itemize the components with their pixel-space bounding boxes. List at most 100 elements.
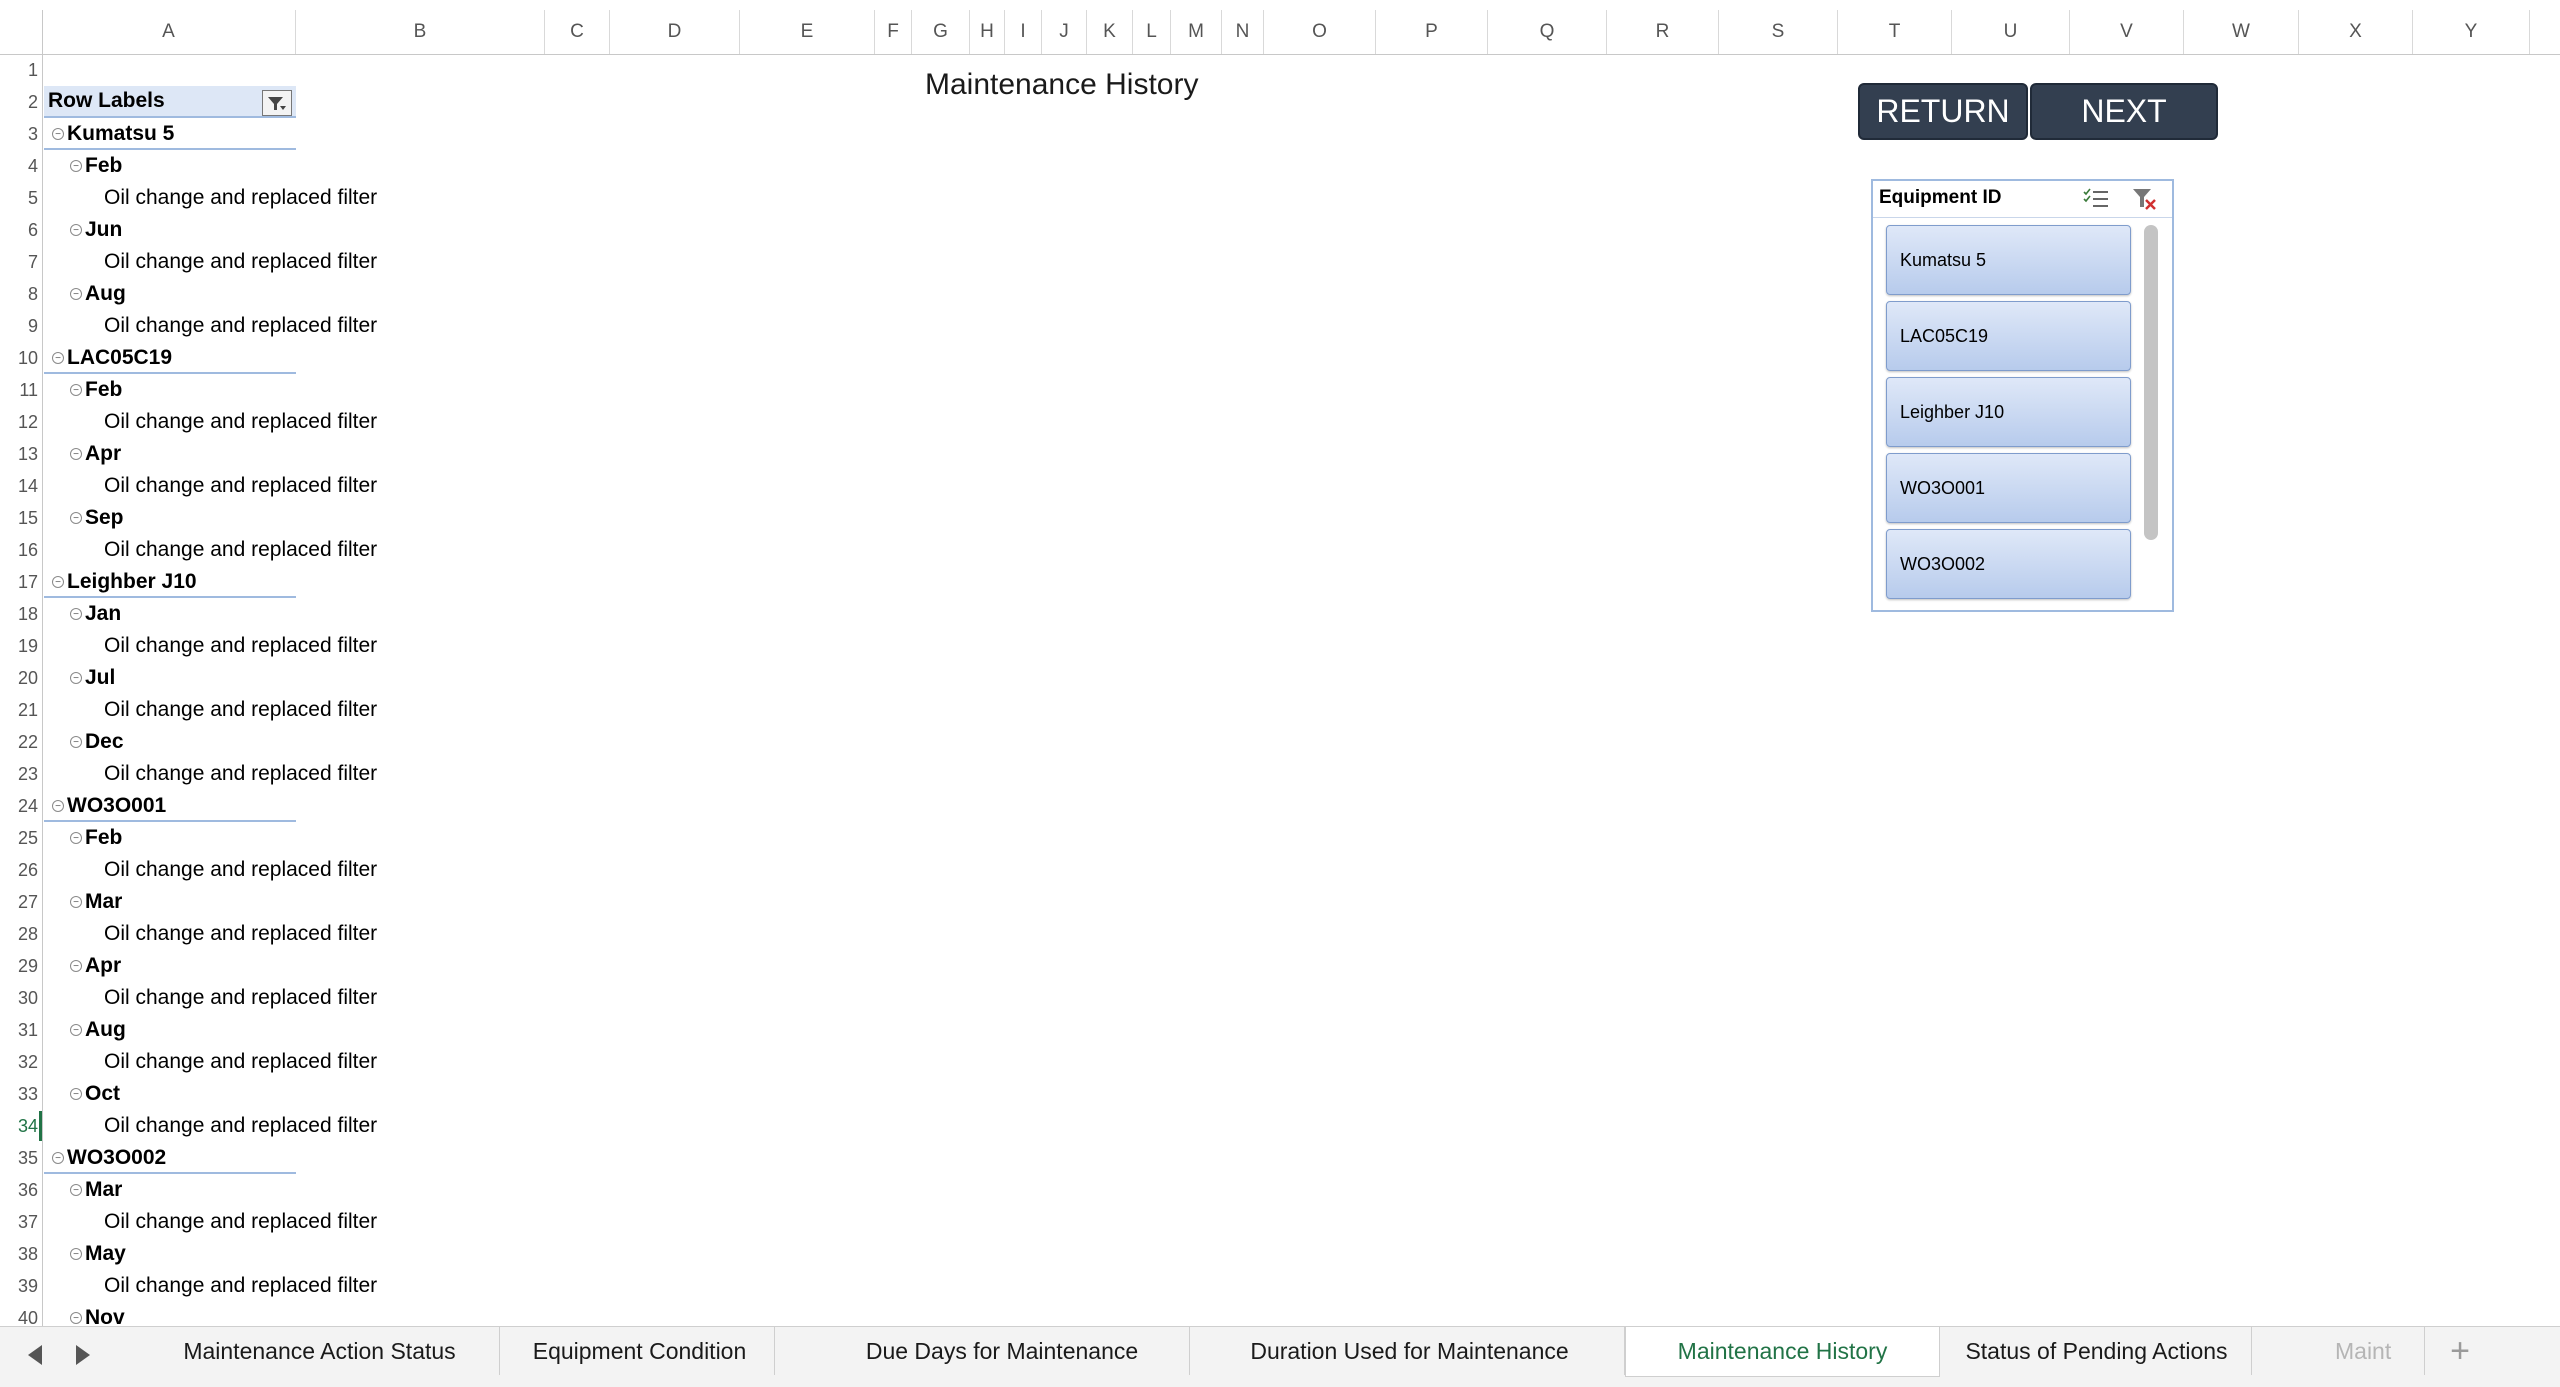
column-header[interactable]: V	[2070, 10, 2184, 54]
pivot-month-row[interactable]: − Feb	[70, 150, 122, 182]
column-header[interactable]: F	[875, 10, 912, 54]
pivot-row-labels-header[interactable]: Row Labels	[44, 86, 296, 118]
row-header[interactable]: 26	[0, 854, 42, 886]
pivot-detail-row[interactable]: Oil change and replaced filter	[104, 1046, 377, 1078]
row-header[interactable]: 6	[0, 214, 42, 246]
row-header[interactable]: 28	[0, 918, 42, 950]
sheet-tab[interactable]: Due Days for Maintenance	[815, 1327, 1190, 1375]
row-header[interactable]: 23	[0, 758, 42, 790]
collapse-toggle-icon[interactable]: −	[70, 224, 82, 236]
column-header[interactable]: S	[1719, 10, 1838, 54]
column-header[interactable]: T	[1838, 10, 1952, 54]
row-header[interactable]: 33	[0, 1078, 42, 1110]
pivot-month-row[interactable]: − Apr	[70, 438, 121, 470]
pivot-month-row[interactable]: − Oct	[70, 1078, 120, 1110]
column-header[interactable]: D	[610, 10, 740, 54]
column-header[interactable]: P	[1376, 10, 1488, 54]
pivot-detail-row[interactable]: Oil change and replaced filter	[104, 694, 377, 726]
collapse-toggle-icon[interactable]: −	[70, 448, 82, 460]
row-header[interactable]: 34	[0, 1110, 42, 1142]
pivot-group-row[interactable]: − LAC05C19	[52, 342, 172, 374]
slicer-item[interactable]: LAC05C19	[1886, 301, 2131, 371]
row-header[interactable]: 16	[0, 534, 42, 566]
collapse-toggle-icon[interactable]: −	[52, 352, 64, 364]
column-header[interactable]: M	[1171, 10, 1222, 54]
collapse-toggle-icon[interactable]: −	[70, 1088, 82, 1100]
collapse-toggle-icon[interactable]: −	[70, 384, 82, 396]
pivot-detail-row[interactable]: Oil change and replaced filter	[104, 534, 377, 566]
row-header[interactable]: 20	[0, 662, 42, 694]
row-header[interactable]: 3	[0, 118, 42, 150]
pivot-detail-row[interactable]: Oil change and replaced filter	[104, 630, 377, 662]
column-header[interactable]: E	[740, 10, 875, 54]
collapse-toggle-icon[interactable]: −	[70, 1312, 82, 1324]
collapse-toggle-icon[interactable]: −	[52, 800, 64, 812]
column-header[interactable]: K	[1087, 10, 1133, 54]
next-button[interactable]: NEXT	[2030, 83, 2218, 140]
row-header[interactable]: 4	[0, 150, 42, 182]
collapse-toggle-icon[interactable]: −	[52, 1152, 64, 1164]
row-header[interactable]: 5	[0, 182, 42, 214]
pivot-month-row[interactable]: − Feb	[70, 374, 122, 406]
row-header[interactable]: 24	[0, 790, 42, 822]
pivot-month-row[interactable]: − Feb	[70, 822, 122, 854]
column-header[interactable]: A	[42, 10, 296, 54]
sheet-tab[interactable]: Duration Used for Maintenance	[1195, 1327, 1625, 1375]
pivot-detail-row[interactable]: Oil change and replaced filter	[104, 854, 377, 886]
pivot-detail-row[interactable]: Oil change and replaced filter	[104, 310, 377, 342]
pivot-detail-row[interactable]: Oil change and replaced filter	[104, 1110, 377, 1142]
pivot-month-row[interactable]: − Jan	[70, 598, 121, 630]
sheet-tab[interactable]: Maintenance History	[1625, 1327, 1940, 1377]
row-header[interactable]: 22	[0, 726, 42, 758]
row-header[interactable]: 11	[0, 374, 42, 406]
sheet-tab[interactable]: Maintenance Action Status	[140, 1327, 500, 1375]
row-header[interactable]: 12	[0, 406, 42, 438]
row-header[interactable]: 36	[0, 1174, 42, 1206]
row-header[interactable]: 13	[0, 438, 42, 470]
column-header[interactable]: W	[2184, 10, 2299, 54]
pivot-detail-row[interactable]: Oil change and replaced filter	[104, 1206, 377, 1238]
pivot-filter-button[interactable]	[262, 90, 292, 116]
collapse-toggle-icon[interactable]: −	[52, 576, 64, 588]
sheet-tab[interactable]: Maint	[2315, 1327, 2425, 1375]
row-header[interactable]: 1	[0, 54, 42, 86]
column-header[interactable]: Q	[1488, 10, 1607, 54]
pivot-detail-row[interactable]: Oil change and replaced filter	[104, 1270, 377, 1302]
row-header[interactable]: 8	[0, 278, 42, 310]
slicer-item[interactable]: Leighber J10	[1886, 377, 2131, 447]
row-header[interactable]: 39	[0, 1270, 42, 1302]
row-header[interactable]: 29	[0, 950, 42, 982]
pivot-month-row[interactable]: − Aug	[70, 1014, 126, 1046]
pivot-group-row[interactable]: − Kumatsu 5	[52, 118, 174, 150]
pivot-group-row[interactable]: − Leighber J10	[52, 566, 197, 598]
pivot-detail-row[interactable]: Oil change and replaced filter	[104, 406, 377, 438]
collapse-toggle-icon[interactable]: −	[70, 288, 82, 300]
slicer-item[interactable]: WO3O001	[1886, 453, 2131, 523]
column-header[interactable]: G	[912, 10, 970, 54]
row-header[interactable]: 37	[0, 1206, 42, 1238]
pivot-month-row[interactable]: − Apr	[70, 950, 121, 982]
collapse-toggle-icon[interactable]: −	[70, 672, 82, 684]
slicer-scrollbar[interactable]	[2144, 225, 2158, 540]
collapse-toggle-icon[interactable]: −	[70, 1248, 82, 1260]
collapse-toggle-icon[interactable]: −	[52, 128, 64, 140]
collapse-toggle-icon[interactable]: −	[70, 512, 82, 524]
row-header[interactable]: 19	[0, 630, 42, 662]
row-header[interactable]: 38	[0, 1238, 42, 1270]
clear-filter-icon[interactable]	[2130, 186, 2160, 212]
column-header[interactable]: N	[1222, 10, 1264, 54]
pivot-detail-row[interactable]: Oil change and replaced filter	[104, 246, 377, 278]
pivot-month-row[interactable]: − Aug	[70, 278, 126, 310]
row-header[interactable]: 35	[0, 1142, 42, 1174]
pivot-month-row[interactable]: − May	[70, 1238, 126, 1270]
pivot-month-row[interactable]: − Mar	[70, 886, 122, 918]
pivot-month-row[interactable]: − Dec	[70, 726, 124, 758]
return-button[interactable]: RETURN	[1858, 83, 2028, 140]
multi-select-icon[interactable]	[2081, 186, 2111, 212]
pivot-detail-row[interactable]: Oil change and replaced filter	[104, 758, 377, 790]
collapse-toggle-icon[interactable]: −	[70, 832, 82, 844]
collapse-toggle-icon[interactable]: −	[70, 960, 82, 972]
prev-sheet-arrow-icon[interactable]	[28, 1345, 42, 1365]
pivot-group-row[interactable]: − WO3O001	[52, 790, 166, 822]
pivot-month-row[interactable]: − Sep	[70, 502, 124, 534]
